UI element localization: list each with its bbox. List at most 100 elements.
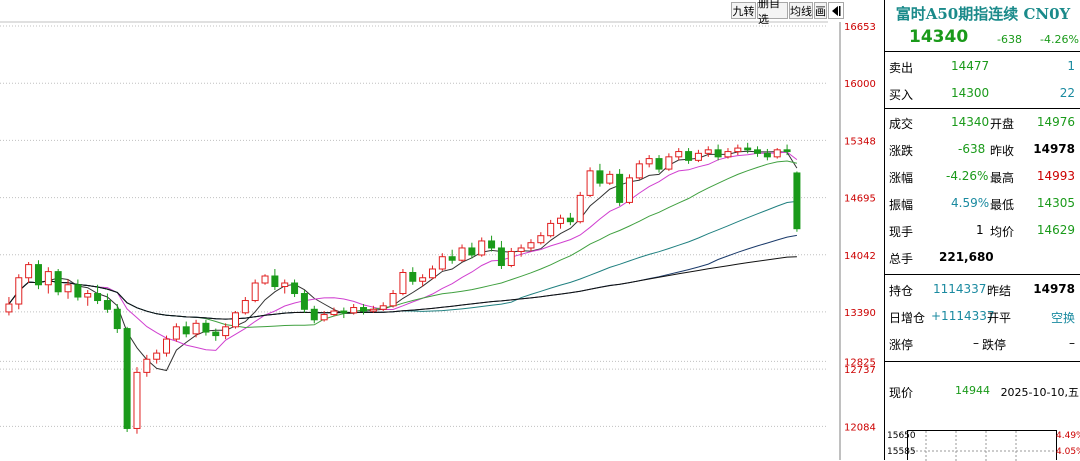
- candle-body: [44, 271, 52, 286]
- candle-body: [714, 149, 722, 158]
- stat-label: 昨收: [990, 144, 1015, 158]
- candle-body: [537, 235, 545, 244]
- candle-body: [448, 256, 456, 261]
- y-tick-label: 15348: [844, 136, 876, 147]
- collapse-panel-icon[interactable]: [828, 2, 844, 19]
- candle-body: [645, 158, 653, 165]
- mini-axis-label: 15650: [887, 431, 916, 441]
- candle-body: [153, 352, 161, 360]
- candle-body: [478, 240, 486, 256]
- daily-oi-label: 日增仓: [889, 311, 926, 325]
- divider: [885, 361, 1080, 362]
- candle-body: [763, 152, 771, 158]
- candle-body: [163, 338, 171, 354]
- candle-body: [84, 293, 92, 298]
- open-interest-value: 1114337: [933, 282, 987, 296]
- candle-body: [192, 322, 200, 335]
- candle-body: [576, 194, 584, 223]
- candle-body: [261, 275, 269, 284]
- candle-body: [783, 149, 791, 153]
- limit-row: 涨停 – 跌停 –: [885, 330, 1080, 356]
- candle-body: [113, 308, 121, 330]
- kline-chart[interactable]: 1665316000153481469514042133901282512737…: [0, 0, 884, 460]
- candle-body: [222, 326, 230, 337]
- stat-label: 最高: [990, 171, 1015, 185]
- cursor-price-label: 现价: [889, 386, 914, 400]
- candle-body: [271, 275, 279, 288]
- candle-body: [547, 222, 555, 237]
- candle-body: [389, 293, 397, 307]
- price-change: -638: [997, 33, 1022, 46]
- limit-up-label: 涨停: [889, 338, 914, 352]
- instrument-title: 富时A50期指连续 CN0Y: [895, 5, 1071, 23]
- candle-body: [675, 151, 683, 158]
- stat-value: 4.59%: [951, 196, 990, 210]
- daily-oi-value: +1114337: [931, 309, 995, 323]
- candle-body: [320, 314, 328, 321]
- draw-button[interactable]: 画: [814, 2, 827, 19]
- stat-value: 1: [976, 223, 984, 237]
- limit-up-value: –: [973, 336, 979, 350]
- candle-body: [586, 170, 594, 196]
- stat-value: 14993: [1036, 169, 1075, 183]
- stat-value: 14978: [1033, 142, 1075, 156]
- candle-body: [281, 282, 289, 288]
- stat-row: 涨幅 -4.26% 最高 14993: [885, 163, 1080, 189]
- candle-body: [350, 307, 358, 314]
- stat-label: 振幅: [889, 198, 914, 212]
- candle-body: [300, 293, 308, 310]
- stat-row: 现手 1 均价 14629: [885, 217, 1080, 243]
- stat-label: 涨跌: [889, 144, 914, 158]
- candle-body: [665, 156, 673, 170]
- candle-body: [517, 247, 525, 252]
- candle-body: [94, 293, 102, 302]
- candle-body: [793, 172, 801, 230]
- candle-body: [773, 149, 781, 158]
- stat-row: 振幅 4.59% 最低 14305: [885, 190, 1080, 216]
- candle-body: [379, 305, 387, 310]
- candle-body: [74, 284, 82, 298]
- candle-body: [566, 217, 574, 223]
- total-volume-row: 总手 221,680: [885, 244, 1080, 270]
- kline-chart-area[interactable]: 16653 16000 15348 14695 14042 13390 12825 12737…: [0, 0, 884, 460]
- candle-body: [694, 152, 702, 161]
- candle-body: [34, 264, 42, 286]
- candle-body: [340, 310, 348, 314]
- stat-label: 开盘: [990, 117, 1015, 131]
- candle-body: [212, 331, 220, 337]
- candle-body: [616, 173, 624, 203]
- stat-label: 现手: [889, 225, 914, 239]
- stat-value: -4.26%: [946, 169, 989, 183]
- limit-down-value: –: [1069, 336, 1075, 350]
- candle-body: [5, 303, 13, 313]
- stat-row: 涨跌 -638 昨收 14978: [885, 136, 1080, 162]
- moving-average-button[interactable]: 均线: [789, 2, 813, 19]
- total-volume-label: 总手: [889, 252, 914, 266]
- stat-label: 成交: [889, 117, 914, 131]
- candle-body: [685, 151, 693, 161]
- open-interest-row: 持仓 1114337 昨结 14978: [885, 276, 1080, 302]
- ma10-line: [8, 151, 798, 351]
- mini-axis-label: 15585: [887, 447, 916, 457]
- candle-body: [596, 170, 604, 184]
- candle-body: [310, 308, 318, 321]
- nine-turn-button[interactable]: 九转: [731, 2, 756, 19]
- daily-oi-row: 日增仓 +1114337 开平 空换: [885, 303, 1080, 329]
- candle-body: [468, 247, 476, 256]
- candle-body: [172, 326, 180, 340]
- y-tick-label: 12084: [844, 422, 876, 433]
- candle-body: [409, 271, 417, 282]
- buy-label: 买入: [889, 88, 914, 102]
- buy-row: 买入 14300 22: [885, 80, 1080, 106]
- candle-body: [182, 326, 190, 335]
- stat-value: 14340: [951, 115, 990, 129]
- stat-label: 最低: [990, 198, 1015, 212]
- mini-depth-chart: [907, 430, 1057, 461]
- candle-body: [744, 147, 752, 151]
- y-tick-label: 12737: [844, 365, 876, 376]
- candle-body: [488, 240, 496, 249]
- sell-quantity: 1: [1067, 59, 1075, 73]
- quote-panel: 富时A50期指连续 CN0Y 14340 -638 -4.26% 卖出 1447…: [884, 0, 1080, 461]
- stat-row: 成交 14340 开盘 14976: [885, 109, 1080, 135]
- remove-watchlist-button[interactable]: 删自选: [757, 0, 788, 26]
